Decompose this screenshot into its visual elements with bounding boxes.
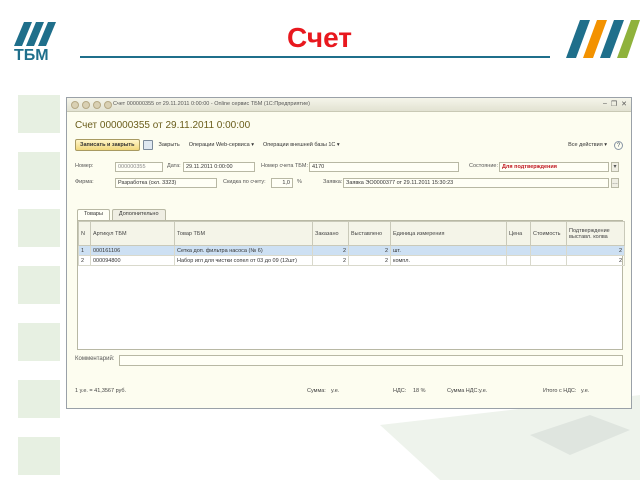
window-titlebar: Счет 000000355 от 29.11.2011 0:00:00 - O… bbox=[67, 98, 631, 112]
comment-field[interactable] bbox=[119, 355, 623, 366]
col-header-unit[interactable]: Единица измерения bbox=[390, 221, 507, 246]
exchange-rate: 1 у.е. = 41,3567 руб. bbox=[75, 388, 127, 394]
header-stripes bbox=[80, 20, 640, 58]
discount-field[interactable]: 1,0 bbox=[271, 178, 293, 188]
table-row[interactable]: 2 000094800 Набор игл для чистки сопел о… bbox=[78, 255, 625, 266]
col-header-ordered[interactable]: Заказано bbox=[312, 221, 349, 246]
document-window: Счет 000000355 от 29.11.2011 0:00:00 - O… bbox=[66, 97, 632, 409]
number-field[interactable]: 000000355 bbox=[115, 162, 163, 172]
close-button[interactable]: Закрыть bbox=[156, 142, 183, 148]
date-label: Дата: bbox=[167, 163, 181, 169]
cell-confirm: 2 bbox=[566, 245, 625, 256]
goods-grid: N Артикул ТБМ Товар ТБМ Заказано Выставл… bbox=[78, 221, 625, 266]
discount-label: Скидка по счету: bbox=[223, 179, 266, 185]
sum-unit: у.е. bbox=[331, 388, 340, 394]
toolbar: Записать и закрыть Закрыть Операции Web-… bbox=[75, 138, 623, 152]
vat-sum-label: Сумма НДС: bbox=[447, 388, 480, 394]
document-title: Счет 000000355 от 29.11.2011 0:00:00 bbox=[75, 120, 251, 131]
table-header-row: N Артикул ТБМ Товар ТБМ Заказано Выставл… bbox=[78, 221, 625, 246]
favorites-icon[interactable] bbox=[104, 101, 112, 109]
vat-value: 18 % bbox=[413, 388, 426, 394]
cell-name: Набор игл для чистки сопел от 03 до 09 (… bbox=[174, 255, 313, 266]
fields-row-2: Фирма: Разработка (скл. 3323) Скидка по … bbox=[75, 178, 623, 188]
col-header-price[interactable]: Цена bbox=[506, 221, 531, 246]
tab-goods[interactable]: Товары bbox=[77, 209, 110, 220]
total-unit: у.е. bbox=[581, 388, 590, 394]
restore-icon[interactable]: ❐ bbox=[611, 100, 617, 108]
slide: ТБМ Счет Счет 000000355 от 29.11.2011 0:… bbox=[0, 0, 640, 480]
web-service-ops-menu[interactable]: Операции Web-сервиса ▾ bbox=[186, 142, 257, 148]
col-header-article[interactable]: Артикул ТБМ bbox=[90, 221, 175, 246]
cell-issued: 2 bbox=[348, 255, 391, 266]
app-menu-icon[interactable] bbox=[71, 101, 79, 109]
firm-label: Фирма: bbox=[75, 179, 94, 185]
cell-cost bbox=[530, 255, 567, 266]
col-header-name[interactable]: Товар ТБМ bbox=[174, 221, 313, 246]
col-header-cost[interactable]: Стоимость bbox=[530, 221, 567, 246]
col-header-n[interactable]: N bbox=[78, 221, 91, 246]
cell-article: 000161106 bbox=[90, 245, 175, 256]
cell-ordered: 2 bbox=[312, 255, 349, 266]
order-label: Заявка: bbox=[323, 179, 343, 185]
slide-title: Счет bbox=[287, 22, 353, 53]
all-actions-menu[interactable]: Все действия ▾ bbox=[565, 142, 610, 148]
cell-unit: компл. bbox=[390, 255, 507, 266]
cell-n: 1 bbox=[78, 245, 91, 256]
tab-additional[interactable]: Дополнительно bbox=[111, 209, 166, 220]
cell-ordered: 2 bbox=[312, 245, 349, 256]
fields-row-1: Номер: 000000355 Дата: 29.11.2011 0:00:0… bbox=[75, 162, 623, 172]
window-system-icons bbox=[71, 101, 112, 109]
tbm-number-field[interactable]: 4170 bbox=[309, 162, 459, 172]
forward-icon[interactable] bbox=[93, 101, 101, 109]
vat-label: НДС: bbox=[393, 388, 407, 394]
cell-cost bbox=[530, 245, 567, 256]
cell-n: 2 bbox=[78, 255, 91, 266]
date-field[interactable]: 29.11.2011 0:00:00 bbox=[183, 162, 255, 172]
cell-issued: 2 bbox=[348, 245, 391, 256]
number-label: Номер: bbox=[75, 163, 94, 169]
window-controls: – ❐ ✕ bbox=[603, 100, 627, 108]
back-icon[interactable] bbox=[82, 101, 90, 109]
order-open-icon[interactable]: … bbox=[611, 178, 619, 188]
save-icon[interactable] bbox=[142, 140, 153, 150]
discount-unit: % bbox=[297, 179, 302, 185]
tbm-number-label: Номер счета ТБМ: bbox=[261, 163, 309, 169]
help-icon[interactable]: ? bbox=[614, 140, 623, 150]
order-field[interactable]: Заявка ЭО0000377 от 29.11.2011 15:30:23 bbox=[343, 178, 609, 188]
left-decoration bbox=[0, 80, 68, 480]
comment-label: Комментарий: bbox=[75, 356, 115, 362]
col-header-issued[interactable]: Выставлено bbox=[348, 221, 391, 246]
firm-field[interactable]: Разработка (скл. 3323) bbox=[115, 178, 217, 188]
state-dropdown-icon[interactable]: ▾ bbox=[611, 162, 619, 172]
cell-unit: шт. bbox=[390, 245, 507, 256]
close-icon[interactable]: ✕ bbox=[621, 100, 627, 108]
comment-row: Комментарий: bbox=[75, 355, 623, 367]
cell-confirm: 2 bbox=[566, 255, 625, 266]
vat-sum-unit: у.е. bbox=[479, 388, 488, 394]
cell-price bbox=[506, 245, 531, 256]
state-label: Состояние: bbox=[469, 163, 498, 169]
cell-price bbox=[506, 255, 531, 266]
cell-article: 000094800 bbox=[90, 255, 175, 266]
save-and-close-button[interactable]: Записать и закрыть bbox=[75, 139, 140, 151]
logo-text: ТБМ bbox=[14, 47, 49, 64]
col-header-confirm[interactable]: Подтверждение выставл. колва bbox=[566, 221, 625, 246]
totals-footer: 1 у.е. = 41,3567 руб. Сумма: у.е. НДС: 1… bbox=[75, 388, 623, 398]
cell-name: Сетка доп. фильтра насоса (№ 6) bbox=[174, 245, 313, 256]
minimize-icon[interactable]: – bbox=[603, 100, 607, 108]
tab-bar: Товары Дополнительно bbox=[77, 209, 166, 220]
total-label: Итого с НДС: bbox=[543, 388, 577, 394]
external-base-ops-menu[interactable]: Операции внешней базы 1С ▾ bbox=[260, 142, 343, 148]
sum-label: Сумма: bbox=[307, 388, 326, 394]
table-row[interactable]: 1 000161106 Сетка доп. фильтра насоса (№… bbox=[78, 245, 625, 256]
goods-table: N Артикул ТБМ Товар ТБМ Заказано Выставл… bbox=[77, 220, 625, 350]
state-field[interactable]: Для подтверждения bbox=[499, 162, 609, 172]
window-title: Счет 000000355 от 29.11.2011 0:00:00 - O… bbox=[113, 101, 310, 107]
